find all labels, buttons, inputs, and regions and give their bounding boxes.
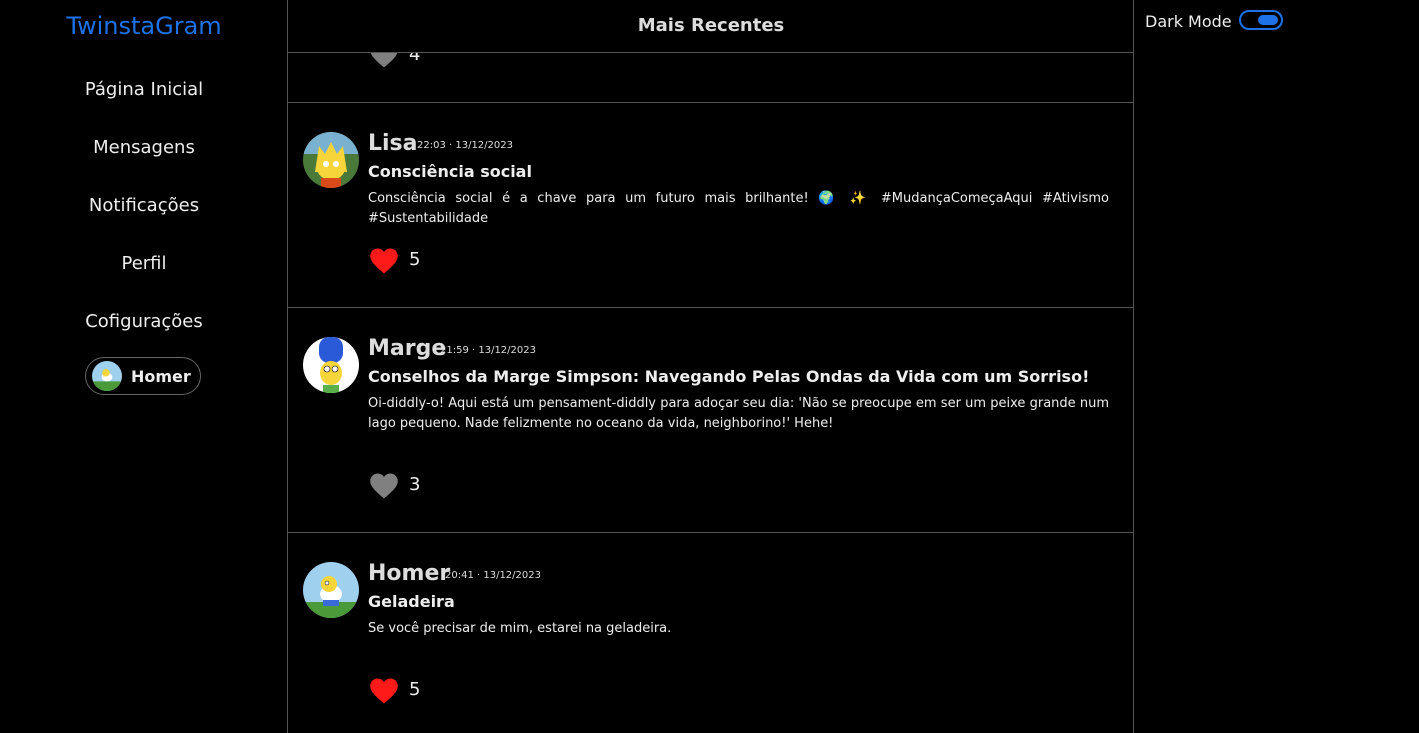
like-button[interactable] <box>369 247 399 275</box>
post-title: Consciência social <box>368 162 532 181</box>
post-body: Oi-diddly-o! Aqui está um pensament-didd… <box>368 396 1109 431</box>
current-user-button[interactable]: Homer <box>85 357 201 395</box>
post-author[interactable]: Marge <box>368 336 446 361</box>
post-title: Conselhos da Marge Simpson: Navegando Pe… <box>368 367 1090 386</box>
like-button[interactable] <box>369 677 399 705</box>
like-count: 5 <box>409 679 421 700</box>
post-timestamp: 20:41 · 13/12/2023 <box>445 570 541 581</box>
sidebar-item-messages[interactable]: Mensagens <box>0 137 288 158</box>
post-author[interactable]: Homer <box>368 561 450 586</box>
sidebar-item-notifications[interactable]: Notificações <box>0 195 288 216</box>
post-timestamp: 22:03 · 13/12/2023 <box>417 140 513 151</box>
post-author[interactable]: Lisa <box>368 131 418 156</box>
feed-title: Mais Recentes <box>288 0 1133 53</box>
post-timestamp: 21:59 · 13/12/2023 <box>440 345 536 356</box>
sidebar-item-home[interactable]: Página Inicial <box>0 79 288 100</box>
sidebar-item-settings[interactable]: Cofigurações <box>0 311 288 332</box>
sidebar-item-profile[interactable]: Perfil <box>0 253 288 274</box>
heart-icon <box>370 678 398 704</box>
avatar[interactable] <box>303 132 359 188</box>
current-user-name: Homer <box>131 366 191 386</box>
app-logo[interactable]: TwinstaGram <box>0 12 288 40</box>
dark-mode-label: Dark Mode <box>1145 12 1232 31</box>
avatar <box>92 361 122 391</box>
app-root: TwinstaGram Página Inicial Mensagens Not… <box>0 0 1419 733</box>
heart-icon <box>370 248 398 274</box>
post-body: Consciência social é a chave para um fut… <box>368 191 1109 226</box>
post-body: Se você precisar de mim, estarei na gela… <box>368 621 672 636</box>
like-count: 3 <box>409 474 421 495</box>
sidebar: TwinstaGram Página Inicial Mensagens Not… <box>0 0 288 733</box>
post-divider <box>288 102 1133 103</box>
feed: Mais Recentes 4 Lisa 22:03 · 13/12/2023 … <box>288 0 1134 733</box>
heart-icon <box>370 473 398 499</box>
post-divider <box>288 532 1133 533</box>
toggle-knob <box>1258 15 1278 25</box>
avatar[interactable] <box>303 562 359 618</box>
post-title: Geladeira <box>368 592 455 611</box>
avatar[interactable] <box>303 337 359 393</box>
like-button[interactable] <box>369 472 399 500</box>
like-count: 5 <box>409 249 421 270</box>
post-divider <box>288 307 1133 308</box>
dark-mode-toggle[interactable] <box>1239 10 1283 30</box>
right-panel: Dark Mode <box>1134 0 1419 733</box>
